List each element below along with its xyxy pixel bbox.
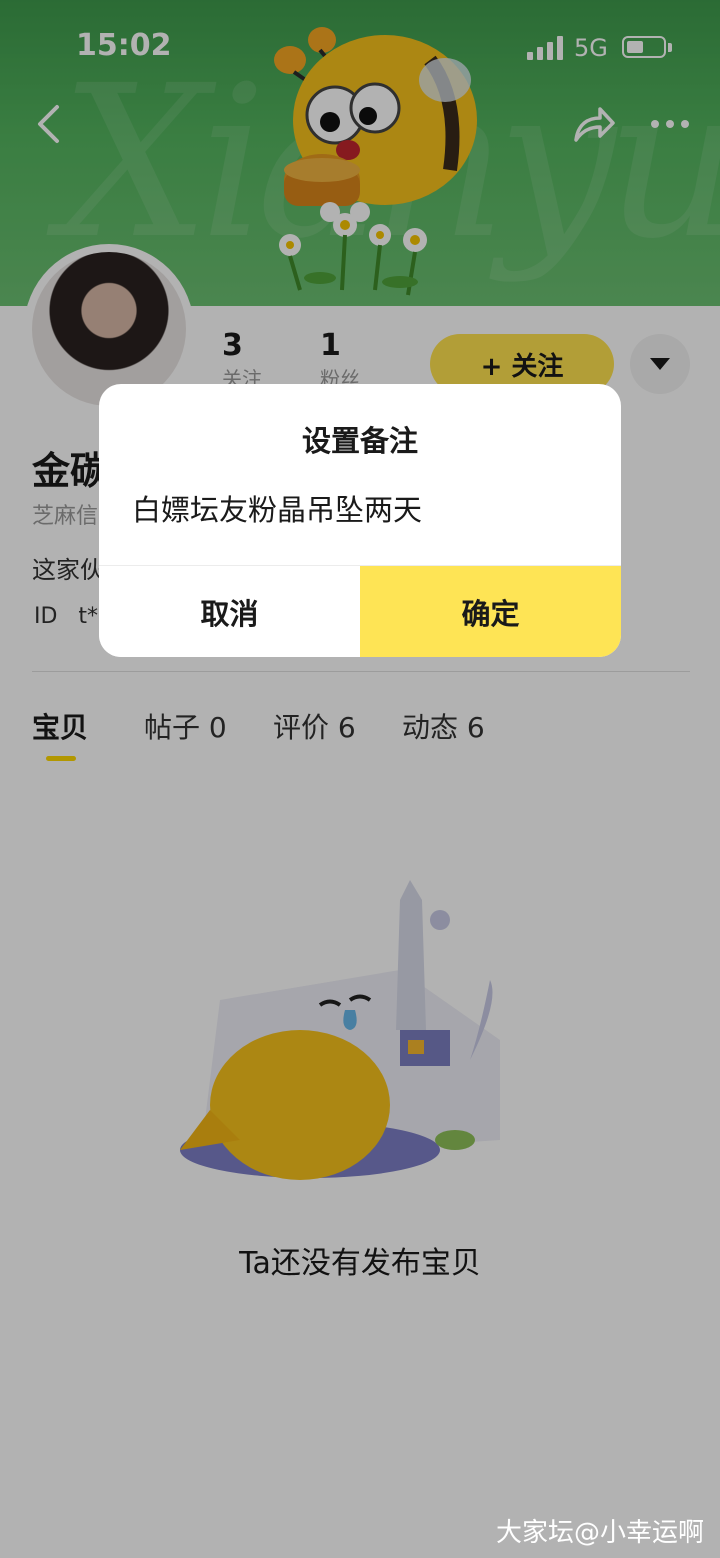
confirm-button[interactable]: 确定 [360,566,621,657]
watermark-text: 大家坛@小幸运啊 [495,1518,704,1548]
modal-overlay[interactable] [0,0,720,1558]
set-remark-dialog: 设置备注 取消 确定 [99,384,621,657]
dialog-title: 设置备注 [301,424,418,458]
remark-input[interactable] [132,488,592,528]
cancel-button[interactable]: 取消 [99,566,360,657]
